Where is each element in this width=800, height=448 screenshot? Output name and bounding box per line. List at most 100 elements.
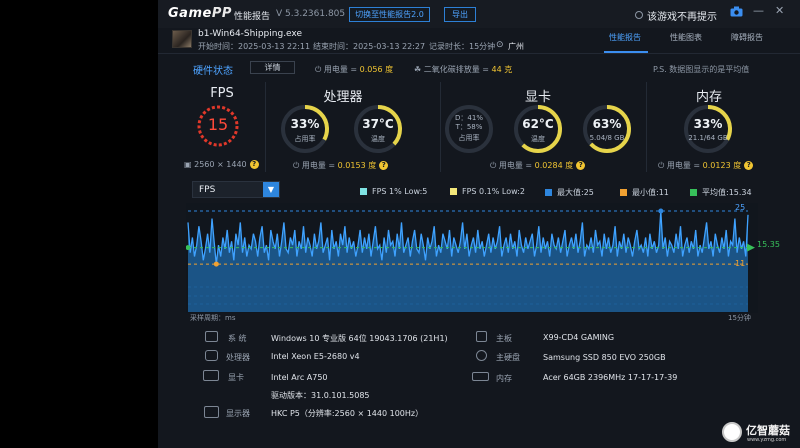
metric-select[interactable]: FPS ▼ (192, 181, 280, 198)
panel-divider (265, 82, 266, 172)
plug-icon: ⏻ (315, 65, 324, 74)
plug-icon: ⏻ (293, 161, 302, 170)
plug-icon: ⏻ (658, 161, 667, 170)
game-thumbnail (172, 30, 192, 48)
close-icon[interactable]: ✕ (775, 4, 784, 17)
legend-item-min: 最小值:11 (620, 187, 669, 198)
minimize-icon[interactable]: — (753, 4, 764, 17)
disk-icon (476, 350, 487, 361)
chart-min-label: 11 (735, 259, 746, 268)
cpu-usage-gauge: 33% 占用率 (278, 102, 332, 156)
motherboard-icon (476, 331, 487, 342)
help-icon[interactable]: ? (744, 161, 754, 170)
help-icon[interactable]: ? (576, 161, 586, 170)
version-label: V 5.3.2361.805 (276, 9, 346, 19)
disk-label: 主硬盘 (496, 353, 520, 362)
monitor-icon: ▣ (184, 160, 195, 169)
memory-value: Acer 64GB 2396MHz 17-17-17-39 (543, 373, 678, 382)
plug-icon: ⏻ (490, 161, 499, 170)
system-label: 系 统 (228, 334, 247, 343)
tab-obstacle-report[interactable]: 障碍报告 (731, 32, 763, 43)
watermark: 亿智蘑菇 www.yzmg.com (716, 418, 800, 448)
gpu-vram-gauge: 63% 5.04/8 GB (580, 102, 634, 156)
legend-item-1pct-low: FPS 1% Low:5 (360, 187, 427, 196)
power-summary: ⏻ 用电量 = 0.056 度 (315, 65, 394, 74)
camera-icon[interactable] (730, 6, 743, 20)
gamepp-logo: GamePP (168, 6, 232, 21)
leaf-icon: ☘ (414, 65, 424, 74)
memory-usage-gauge: 33% 21.1/64 GB (681, 102, 735, 156)
memory-usage-value: 33% (693, 117, 723, 131)
gpu-icon (203, 370, 219, 381)
tab-performance-chart[interactable]: 性能图表 (670, 32, 702, 43)
location-label: 广州 (508, 42, 524, 51)
end-time: 结束时间：2025-03-13 22:27 (313, 42, 426, 51)
driver-version: 驱动版本：31.0.101.5085 (271, 391, 370, 400)
display-label: 显示器 (226, 409, 250, 418)
gpu-usage-gauge: D：41% T：58% 占用率 (442, 102, 496, 156)
panel-divider (440, 82, 441, 172)
tab-performance-report[interactable]: 性能报告 (609, 32, 641, 43)
legend-item-01pct-low: FPS 0.1% Low:2 (450, 187, 525, 196)
chart-max-label: 25 (735, 203, 746, 212)
gpu-value: Intel Arc A750 (271, 373, 328, 382)
metric-select-value: FPS (199, 185, 216, 195)
ps-note: P.S. 数据图显示的是平均值 (653, 65, 750, 74)
start-time: 开始时间：2025-03-13 22:11 (198, 42, 311, 51)
location-pin-icon: ⊙ (496, 40, 504, 50)
fps-chart (186, 203, 758, 313)
system-value: Windows 10 专业版 64位 19043.1706 (21H1) (271, 334, 448, 343)
no-more-label[interactable]: 该游戏不再提示 (647, 8, 717, 23)
gpu-d-usage: D：41% (455, 114, 483, 122)
watermark-text: 亿智蘑菇 (746, 424, 790, 437)
display-value: HKC P5（分辨率:2560 × 1440 100Hz） (271, 409, 424, 418)
co2-summary: ☘ 二氧化碳排放量 = 44 克 (414, 65, 513, 74)
panel-divider (646, 82, 647, 172)
title-bar: GamePP 性能报告 V 5.3.2361.805 切换至性能报告2.0 导出… (158, 0, 800, 28)
gpu-temp-value: 62°C (522, 117, 554, 131)
window-title: 性能报告 (234, 12, 271, 22)
cpu-icon (205, 350, 218, 361)
memory-power: ⏻ 用电量 = 0.0123 度? (658, 160, 754, 171)
export-button[interactable]: 导出 (444, 7, 476, 22)
record-duration: 记录时长：15分钟 (429, 42, 496, 51)
fps-gauge: 15 (196, 104, 240, 148)
legend-item-max: 最大值:25 (545, 187, 594, 198)
switch-report-button[interactable]: 切换至性能报告2.0 (349, 7, 430, 22)
gpu-vram-label: 5.04/8 GB (589, 134, 625, 142)
fps-panel-title: FPS (210, 86, 234, 101)
hardware-status-title: 硬件状态 (193, 66, 233, 77)
legend-item-avg: 平均值:15.34 (690, 187, 752, 198)
memory-label: 内存 (496, 374, 512, 383)
no-more-checkbox[interactable] (635, 11, 643, 19)
max-point-marker (658, 208, 664, 214)
memory-icon (472, 372, 489, 381)
watermark-logo-icon (722, 422, 742, 442)
header-divider (158, 53, 800, 54)
min-point-marker (213, 261, 219, 267)
sample-period-label: 采样周期：ms (190, 314, 236, 322)
watermark-url: www.yzmg.com (747, 437, 787, 443)
cpu-temp-label: 温度 (371, 135, 385, 143)
fps-value: 15 (207, 115, 229, 134)
gpu-temp-gauge: 62°C 温度 (511, 102, 565, 156)
disk-value: Samsung SSD 850 EVO 250GB (543, 353, 666, 362)
board-label: 主板 (496, 334, 512, 343)
board-value: X99-CD4 GAMING (543, 333, 615, 342)
gpu-usage-label: 占用率 (458, 134, 480, 142)
help-icon[interactable]: ? (379, 161, 389, 170)
help-icon[interactable]: ? (249, 160, 259, 169)
cpu-power: ⏻ 用电量 = 0.0153 度? (293, 160, 389, 171)
cpu-temp-gauge: 37°C 温度 (351, 102, 405, 156)
memory-usage-label: 21.1/64 GB (688, 134, 728, 142)
resolution-label: ▣ 2560 × 1440? (184, 160, 259, 169)
gamepp-window: GamePP 性能报告 V 5.3.2361.805 切换至性能报告2.0 导出… (158, 0, 800, 448)
game-exe-name: b1-Win64-Shipping.exe (198, 29, 303, 39)
display-icon (204, 406, 219, 418)
chevron-down-icon[interactable]: ▼ (263, 182, 279, 197)
gpu-temp-label: 温度 (531, 135, 545, 143)
cpu-value: Intel Xeon E5-2680 v4 (271, 352, 360, 361)
cpu-usage-value: 33% (290, 117, 320, 131)
detail-button[interactable]: 详情 (250, 61, 295, 74)
gpu-t-usage: T：58% (455, 123, 483, 131)
